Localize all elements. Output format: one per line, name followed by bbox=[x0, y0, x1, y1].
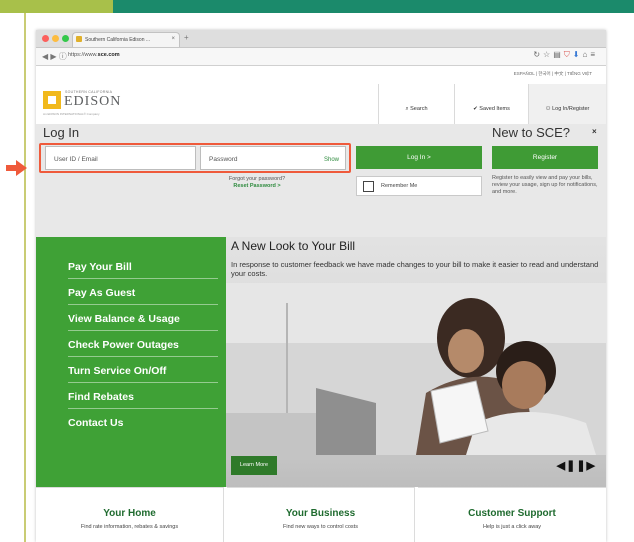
bill-promo-text: In response to customer feedback we have… bbox=[231, 260, 599, 278]
annotation-arrow-icon bbox=[6, 160, 27, 176]
star-icon[interactable]: ☆ bbox=[543, 50, 553, 59]
quick-link-find-rebates[interactable]: Find Rebates bbox=[68, 387, 218, 409]
learn-more-button[interactable]: Learn More bbox=[231, 456, 277, 475]
card-home-title: Your Home bbox=[103, 508, 156, 519]
quick-link-contact-us[interactable]: Contact Us bbox=[68, 413, 218, 435]
header-login-register-button[interactable]: ⚇ Log In/Register bbox=[528, 84, 606, 124]
user-icon: ⚇ bbox=[545, 106, 551, 112]
top-accent-bar-right bbox=[113, 0, 634, 13]
checkmark-icon: ✔ bbox=[473, 106, 478, 112]
header-saved-items-button[interactable]: ✔ Saved Items bbox=[454, 84, 528, 124]
saved-items-label: Saved Items bbox=[479, 106, 510, 112]
forgot-password-text: Forgot your password? bbox=[228, 176, 286, 182]
window-zoom-button[interactable] bbox=[62, 35, 69, 42]
quick-links-panel: Pay Your Bill Pay As Guest View Balance … bbox=[36, 237, 226, 487]
remember-me-label: Remember Me bbox=[381, 183, 418, 189]
login-register-label: Log In/Register bbox=[552, 106, 590, 112]
card-support-desc: Help is just a click away bbox=[482, 524, 542, 530]
search-icon: ⌕ bbox=[405, 106, 409, 112]
login-title: Log In bbox=[43, 125, 80, 140]
menu-icon[interactable]: ≡ bbox=[590, 50, 598, 59]
bookmark-icon[interactable]: ▤ bbox=[553, 50, 564, 59]
window-close-button[interactable] bbox=[42, 35, 49, 42]
pocket-icon[interactable]: ⛉ bbox=[564, 50, 573, 59]
language-links[interactable]: ESPAÑOL | 한국어 | 中文 | TIẾNG VIỆT bbox=[514, 71, 592, 77]
card-customer-support[interactable]: Customer Support Help is just a click aw… bbox=[418, 487, 606, 542]
browser-tab-strip: Southern California Edison ... × + bbox=[36, 30, 606, 48]
bill-promo-banner: A New Look to Your Bill In response to c… bbox=[226, 237, 606, 487]
browser-window: Southern California Edison ... × + ◀ ▶ ⓘ… bbox=[36, 30, 606, 542]
tab-close-icon[interactable]: × bbox=[171, 36, 175, 42]
card-your-home[interactable]: Your Home Find rate information, rebates… bbox=[36, 487, 224, 542]
edison-logo-icon[interactable] bbox=[43, 91, 61, 109]
back-forward-icon[interactable]: ◀ ▶ ⓘ bbox=[42, 51, 67, 62]
card-business-title: Your Business bbox=[285, 508, 356, 519]
quick-link-pay-bill[interactable]: Pay Your Bill bbox=[68, 257, 218, 279]
quick-link-power-outages[interactable]: Check Power Outages bbox=[68, 335, 218, 357]
carousel-controls[interactable]: ◀❚❚▶ bbox=[557, 459, 596, 472]
search-label: Search bbox=[410, 106, 428, 112]
register-button[interactable]: Register bbox=[492, 146, 598, 169]
url-field[interactable]: https://www.sce.com bbox=[68, 52, 120, 58]
tab-title: Southern California Edison ... bbox=[85, 37, 151, 43]
forgot-password-block: Forgot your password? Reset Password > bbox=[192, 176, 322, 189]
bill-promo-title: A New Look to Your Bill bbox=[231, 239, 356, 253]
window-minimize-button[interactable] bbox=[52, 35, 59, 42]
close-icon[interactable]: × bbox=[592, 127, 597, 136]
logo-text[interactable]: EDISON bbox=[64, 94, 121, 110]
login-panel: Log In New to SCE? × User ID / Email Pas… bbox=[36, 124, 606, 237]
annotation-highlight-box bbox=[39, 143, 351, 173]
quick-link-pay-guest[interactable]: Pay As Guest bbox=[68, 283, 218, 305]
card-business-desc: Find new ways to control costs bbox=[283, 524, 358, 530]
remember-me-checkbox[interactable] bbox=[363, 181, 374, 192]
reset-password-link[interactable]: Reset Password > bbox=[192, 183, 322, 190]
browser-tab[interactable]: Southern California Edison ... × bbox=[72, 32, 180, 47]
new-tab-icon[interactable]: + bbox=[184, 33, 189, 42]
top-accent-bar-left bbox=[0, 0, 113, 13]
couple-with-bill-photo bbox=[226, 283, 606, 455]
remember-me-control[interactable]: Remember Me bbox=[356, 176, 482, 196]
webpage: ESPAÑOL | 한국어 | 中文 | TIẾNG VIỆT SOUTHERN… bbox=[36, 66, 606, 542]
card-your-business[interactable]: Your Business Find new ways to control c… bbox=[227, 487, 415, 542]
card-support-title: Customer Support bbox=[468, 508, 556, 519]
logo-tagline: An EDISON INTERNATIONAL® Company bbox=[43, 112, 100, 116]
new-to-sce-title: New to SCE? bbox=[492, 125, 571, 140]
register-description: Register to easily view and pay your bil… bbox=[492, 175, 598, 195]
browser-toolbar-icons: ↻☆▤⛉⬇⌂≡ bbox=[533, 50, 598, 60]
address-bar: ◀ ▶ ⓘ https://www.sce.com ↻☆▤⛉⬇⌂≡ bbox=[36, 48, 606, 66]
card-home-desc: Find rate information, rebates & savings bbox=[80, 524, 179, 530]
reload-icon[interactable]: ↻ bbox=[533, 50, 543, 59]
favicon-icon bbox=[76, 36, 82, 42]
header-search-button[interactable]: ⌕ Search bbox=[378, 84, 454, 124]
quick-link-view-balance[interactable]: View Balance & Usage bbox=[68, 309, 218, 331]
login-button[interactable]: Log In > bbox=[356, 146, 482, 169]
left-accent-rule bbox=[24, 13, 26, 542]
quick-link-turn-service[interactable]: Turn Service On/Off bbox=[68, 361, 218, 383]
